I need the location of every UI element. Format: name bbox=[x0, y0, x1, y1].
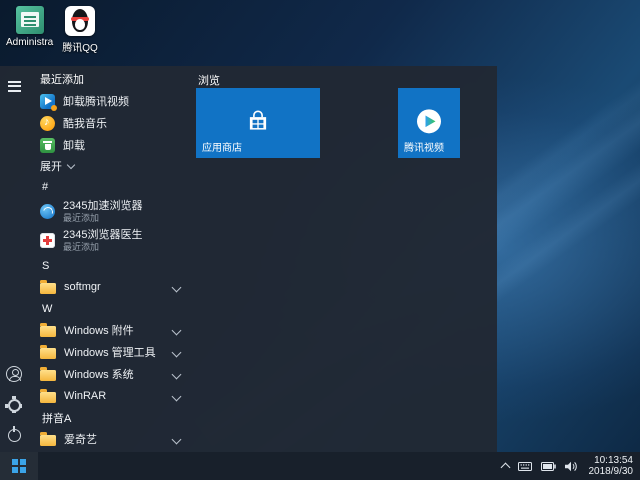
chevron-down-icon bbox=[67, 160, 75, 168]
tile-group-header-browse[interactable]: 浏览 bbox=[196, 66, 497, 88]
administrator-folder-icon bbox=[16, 6, 44, 34]
app-row-windows-accessories[interactable]: Windows 附件 bbox=[28, 319, 194, 341]
app-label: softmgr bbox=[64, 281, 101, 293]
chevron-down-icon bbox=[172, 282, 182, 292]
app-row-kuwo-music[interactable]: 酷我音乐 bbox=[28, 112, 194, 134]
app-row-2345-browser[interactable]: 2345加速浏览器 最近添加 bbox=[28, 197, 194, 226]
section-header-hash[interactable]: # bbox=[28, 176, 194, 197]
folder-icon bbox=[40, 392, 56, 403]
app-row-iqiyi[interactable]: 爱奇艺 bbox=[28, 428, 194, 450]
start-menu-rail bbox=[0, 66, 28, 452]
chevron-down-icon bbox=[172, 434, 182, 444]
app-label: 卸载腾讯视频 bbox=[63, 93, 129, 109]
desktop-icon-qq[interactable]: 腾讯QQ bbox=[56, 6, 104, 54]
folder-icon bbox=[40, 326, 56, 337]
section-header-pinyin-a[interactable]: 拼音A bbox=[28, 407, 194, 428]
desktop-icon-administrator[interactable]: Administra... bbox=[6, 6, 54, 48]
app-label: 卸载 bbox=[63, 137, 85, 153]
app-label: 酷我音乐 bbox=[63, 115, 107, 131]
microsoft-store-icon bbox=[245, 108, 271, 134]
app-label: Windows 附件 bbox=[64, 322, 134, 338]
recently-added-tag: 最近添加 bbox=[63, 241, 142, 253]
expand-label: 展开 bbox=[40, 158, 62, 174]
app-row-uninstall[interactable]: 卸载 bbox=[28, 134, 194, 156]
system-tray: 10:13:54 2018/9/30 bbox=[502, 452, 640, 480]
app-row-winrar[interactable]: WinRAR bbox=[28, 385, 194, 407]
app-label: 2345浏览器医生 bbox=[63, 229, 142, 241]
chevron-down-icon bbox=[172, 369, 182, 379]
tencent-video-play-icon bbox=[415, 107, 443, 135]
chevron-down-icon bbox=[172, 325, 182, 335]
taskbar: 10:13:54 2018/9/30 bbox=[0, 452, 640, 480]
uninstall-icon bbox=[40, 138, 55, 153]
clock-date: 2018/9/30 bbox=[589, 466, 634, 478]
app-label: WinRAR bbox=[64, 390, 106, 402]
folder-icon bbox=[40, 283, 56, 294]
app-label: 2345加速浏览器 bbox=[63, 200, 142, 212]
kuwo-music-icon bbox=[40, 116, 55, 131]
tencent-video-uninstall-icon bbox=[40, 94, 55, 109]
recently-added-tag: 最近添加 bbox=[63, 212, 142, 224]
start-button[interactable] bbox=[0, 452, 38, 480]
user-icon bbox=[6, 366, 22, 382]
hamburger-icon bbox=[8, 81, 21, 92]
chevron-down-icon bbox=[172, 391, 182, 401]
app-row-windows-admin-tools[interactable]: Windows 管理工具 bbox=[28, 341, 194, 363]
folder-icon bbox=[40, 435, 56, 446]
power-button[interactable] bbox=[8, 429, 21, 442]
section-header-w[interactable]: W bbox=[28, 298, 194, 319]
taskbar-clock[interactable]: 10:13:54 2018/9/30 bbox=[589, 455, 637, 478]
power-icon bbox=[8, 429, 21, 442]
battery-icon[interactable] bbox=[541, 462, 556, 471]
start-app-list: 最近添加 卸载腾讯视频 酷我音乐 卸载 展开 # 2345加速浏览器 最近添加 bbox=[28, 66, 194, 452]
menu-hamburger-button[interactable] bbox=[8, 78, 21, 94]
touch-keyboard-icon[interactable] bbox=[518, 461, 532, 472]
2345-browser-doctor-icon bbox=[40, 233, 55, 248]
section-header-s[interactable]: S bbox=[28, 255, 194, 276]
tile-app-store[interactable]: 应用商店 bbox=[196, 88, 320, 158]
settings-button[interactable] bbox=[5, 396, 24, 415]
app-label: Windows 系统 bbox=[64, 366, 134, 382]
app-row-windows-system[interactable]: Windows 系统 bbox=[28, 363, 194, 385]
desktop-icon-label: 腾讯QQ bbox=[62, 39, 98, 54]
tile-label: 腾讯视频 bbox=[404, 139, 444, 154]
start-menu: 最近添加 卸载腾讯视频 酷我音乐 卸载 展开 # 2345加速浏览器 最近添加 bbox=[0, 66, 497, 452]
chevron-down-icon bbox=[172, 347, 182, 357]
folder-icon bbox=[40, 370, 56, 381]
tiles-area: 浏览 应用商店 bbox=[196, 66, 497, 452]
app-row-softmgr[interactable]: softmgr bbox=[28, 276, 194, 298]
user-account-button[interactable] bbox=[6, 366, 22, 382]
desktop-icon-label: Administra... bbox=[6, 37, 54, 48]
tile-label: 应用商店 bbox=[202, 139, 242, 154]
expand-button[interactable]: 展开 bbox=[28, 156, 194, 176]
qq-penguin-icon bbox=[65, 6, 95, 36]
clock-time: 10:13:54 bbox=[594, 455, 633, 467]
folder-icon bbox=[40, 348, 56, 359]
volume-icon[interactable] bbox=[565, 461, 578, 472]
hidden-icons-chevron-icon[interactable] bbox=[500, 462, 510, 472]
app-label: Windows 管理工具 bbox=[64, 344, 156, 360]
app-label: 爱奇艺 bbox=[64, 431, 97, 447]
app-row-uninstall-tencent-video[interactable]: 卸载腾讯视频 bbox=[28, 90, 194, 112]
windows-logo-icon bbox=[12, 459, 26, 473]
recently-added-header: 最近添加 bbox=[28, 70, 194, 90]
2345-browser-icon bbox=[40, 204, 55, 219]
gear-icon bbox=[8, 399, 21, 412]
app-row-2345-browser-doctor[interactable]: 2345浏览器医生 最近添加 bbox=[28, 226, 194, 255]
tile-tencent-video[interactable]: 腾讯视频 bbox=[398, 88, 460, 158]
